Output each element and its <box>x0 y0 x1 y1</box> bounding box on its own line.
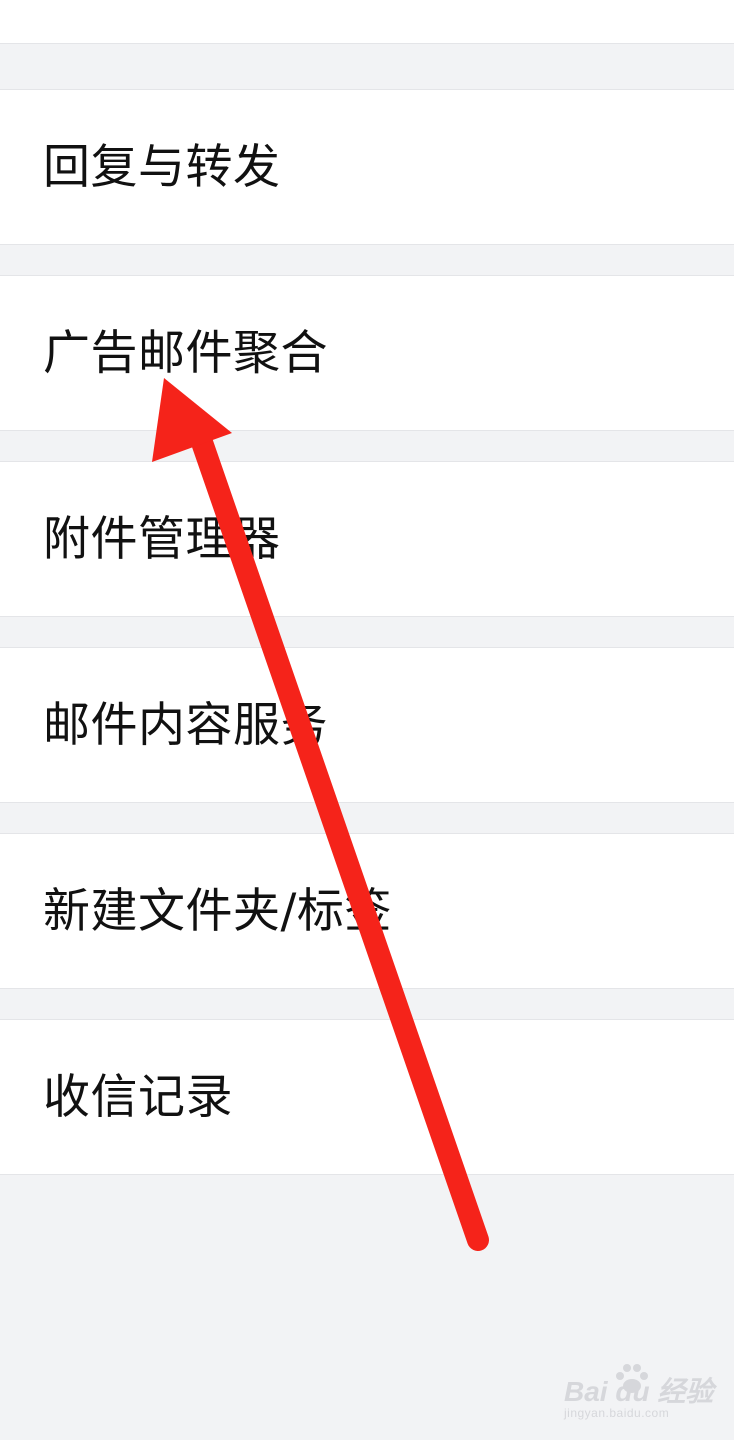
settings-row-new-folder-label[interactable]: 新建文件夹/标签 <box>0 833 734 989</box>
settings-row-reply-forward[interactable]: 回复与转发 <box>0 89 734 245</box>
watermark-url: jingyan.baidu.com <box>564 1406 670 1420</box>
previous-settings-row <box>0 0 734 44</box>
settings-row-mail-content-service[interactable]: 邮件内容服务 <box>0 647 734 803</box>
settings-row-label: 收信记录 <box>43 1069 233 1125</box>
settings-row-label: 新建文件夹/标签 <box>43 883 392 939</box>
settings-row-label: 附件管理器 <box>43 511 281 567</box>
paw-icon <box>616 1364 648 1393</box>
settings-row-receive-log[interactable]: 收信记录 <box>0 1019 734 1175</box>
settings-row-attachment-manager[interactable]: 附件管理器 <box>0 461 734 617</box>
settings-row-ad-mail-aggregation[interactable]: 广告邮件聚合 <box>0 275 734 431</box>
settings-row-label: 回复与转发 <box>43 139 281 195</box>
baidu-jingyan-watermark: Bai du 经验 jingyan.baidu.com <box>560 1360 713 1426</box>
settings-row-label: 广告邮件聚合 <box>43 325 328 381</box>
settings-row-label: 邮件内容服务 <box>43 697 328 753</box>
